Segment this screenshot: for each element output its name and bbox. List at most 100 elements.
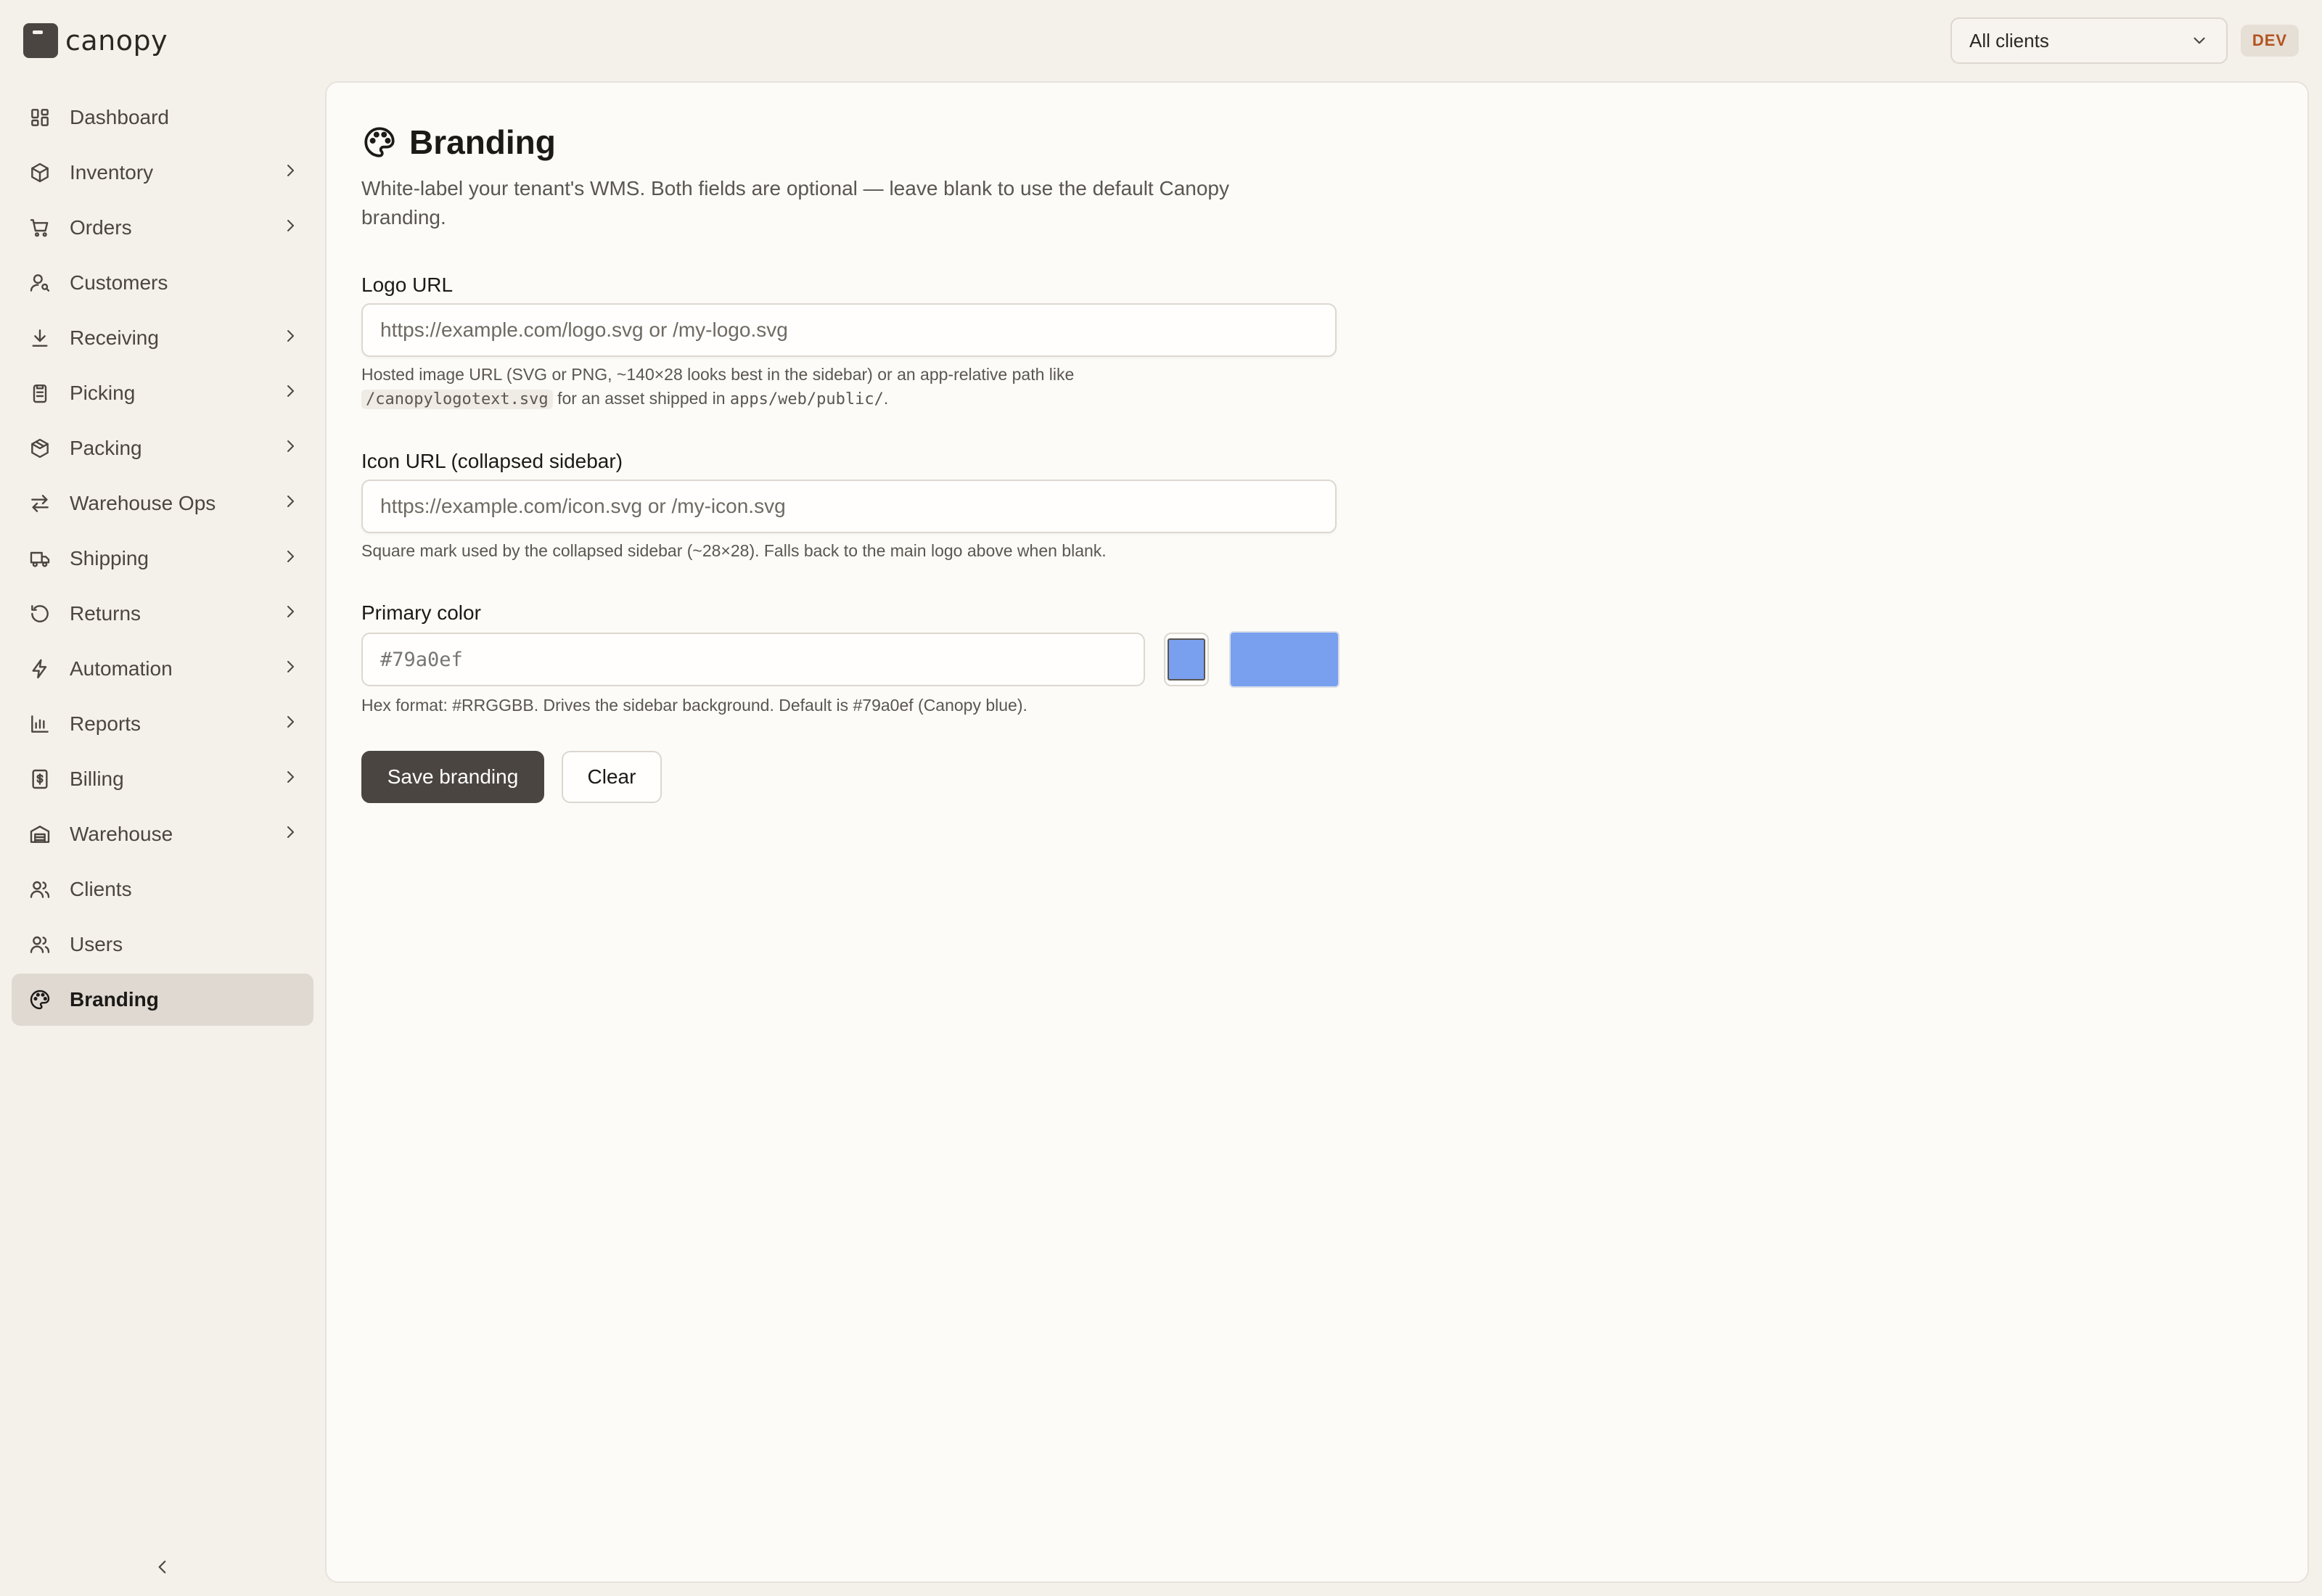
chevron-right-icon xyxy=(282,712,299,736)
brand-logo[interactable]: canopy xyxy=(23,22,168,59)
main-panel: Branding White-label your tenant's WMS. … xyxy=(325,81,2309,1583)
customer-icon xyxy=(28,271,52,295)
clear-button[interactable]: Clear xyxy=(562,751,662,803)
icon-url-hint: Square mark used by the collapsed sideba… xyxy=(361,541,1107,560)
sidebar-item-clients[interactable]: Clients xyxy=(12,863,313,916)
form-actions: Save branding Clear xyxy=(361,751,1377,803)
logo-hint-code-dir: apps/web/public/ xyxy=(729,390,884,408)
sidebar-item-label: Packing xyxy=(70,437,142,459)
sidebar: canopy Dashboard Inventory Orders Customers… xyxy=(0,0,325,1596)
primary-color-hint: Hex format: #RRGGBB. Drives the sidebar … xyxy=(361,696,1027,715)
truck-icon xyxy=(28,546,52,571)
color-picker-swatch xyxy=(1168,638,1205,680)
dashboard-icon xyxy=(28,105,52,130)
chevron-down-icon xyxy=(2194,37,2205,44)
chevron-right-icon xyxy=(282,547,299,570)
sidebar-item-warehouse-ops[interactable]: Warehouse Ops xyxy=(12,477,313,530)
sidebar-item-shipping[interactable]: Shipping xyxy=(12,532,313,585)
logo-hint-end: . xyxy=(883,389,889,408)
client-select[interactable]: All clients xyxy=(1950,17,2228,64)
logo-url-field: Logo URL Hosted image URL (SVG or PNG, ~… xyxy=(361,273,1377,411)
app: canopy Dashboard Inventory Orders Customers… xyxy=(0,0,2322,1596)
sidebar-item-label: Returns xyxy=(70,602,141,625)
canopy-logo-icon xyxy=(23,23,58,58)
sidebar-item-label: Billing xyxy=(70,768,124,790)
sidebar-item-label: Dashboard xyxy=(70,106,169,128)
env-badge: DEV xyxy=(2241,25,2299,57)
chevron-right-icon xyxy=(282,657,299,680)
logo-hint-text: Hosted image URL (SVG or PNG, ~140×28 lo… xyxy=(361,365,1075,384)
page-heading: Branding xyxy=(409,123,556,161)
primary-color-field: Primary color Hex format: #RRGGBB. Drive… xyxy=(361,601,1377,717)
sidebar-item-label: Customers xyxy=(70,271,168,294)
sidebar-item-label: Automation xyxy=(70,657,173,680)
sidebar-item-reports[interactable]: Reports xyxy=(12,698,313,750)
icon-url-field: Icon URL (collapsed sidebar) Square mark… xyxy=(361,449,1377,563)
logo-hint-code-path: /canopylogotext.svg xyxy=(361,390,553,409)
client-select-value: All clients xyxy=(1969,29,2049,52)
collapse-sidebar-button[interactable] xyxy=(148,1552,177,1581)
chevron-right-icon xyxy=(282,216,299,239)
sidebar-item-label: Branding xyxy=(70,988,159,1011)
users-icon xyxy=(28,877,52,902)
sidebar-item-receiving[interactable]: Receiving xyxy=(12,312,313,364)
palette-icon xyxy=(364,127,395,157)
logo-url-input[interactable] xyxy=(361,303,1337,357)
sidebar-item-warehouse[interactable]: Warehouse xyxy=(12,808,313,860)
chevron-right-icon xyxy=(282,382,299,405)
sidebar-item-customers[interactable]: Customers xyxy=(12,257,313,309)
logo-hint-text-2: for an asset shipped in xyxy=(557,389,726,408)
page-title: Branding xyxy=(361,119,1377,165)
sidebar-item-packing[interactable]: Packing xyxy=(12,422,313,474)
chevron-right-icon xyxy=(282,823,299,846)
logo-url-hint: Hosted image URL (SVG or PNG, ~140×28 lo… xyxy=(361,363,1189,411)
sidebar-item-dashboard[interactable]: Dashboard xyxy=(12,91,313,144)
chevron-right-icon xyxy=(282,768,299,791)
sidebar-item-label: Warehouse xyxy=(70,823,173,845)
page-description: White-label your tenant's WMS. Both fiel… xyxy=(361,177,1230,229)
primary-color-hex-input[interactable] xyxy=(361,633,1145,686)
chevron-right-icon xyxy=(282,161,299,184)
package-icon xyxy=(28,436,52,461)
sidebar-item-label: Picking xyxy=(70,382,136,404)
chevron-left-icon xyxy=(158,1560,166,1574)
users-icon xyxy=(28,932,52,957)
sidebar-item-returns[interactable]: Returns xyxy=(12,588,313,640)
sidebar-item-orders[interactable]: Orders xyxy=(12,202,313,254)
cart-icon xyxy=(28,215,52,240)
color-picker-button[interactable] xyxy=(1164,633,1209,686)
palette-icon xyxy=(28,987,52,1012)
sidebar-item-label: Receiving xyxy=(70,326,159,349)
sidebar-nav: Dashboard Inventory Orders Customers Receivi… xyxy=(12,91,313,1029)
sidebar-item-label: Clients xyxy=(70,878,132,900)
sidebar-item-label: Shipping xyxy=(70,547,149,569)
icon-url-input[interactable] xyxy=(361,480,1337,533)
rotate-ccw-icon xyxy=(28,601,52,626)
warehouse-icon xyxy=(28,822,52,847)
branding-form: Branding White-label your tenant's WMS. … xyxy=(361,119,1377,803)
bolt-icon xyxy=(28,657,52,681)
sidebar-item-inventory[interactable]: Inventory xyxy=(12,147,313,199)
sidebar-item-automation[interactable]: Automation xyxy=(12,643,313,695)
box-icon xyxy=(28,160,52,185)
sidebar-item-picking[interactable]: Picking xyxy=(12,367,313,419)
primary-color-label: Primary color xyxy=(361,601,481,624)
sidebar-item-label: Inventory xyxy=(70,161,154,184)
arrows-icon xyxy=(28,491,52,516)
logo-url-label: Logo URL xyxy=(361,273,454,296)
save-branding-button[interactable]: Save branding xyxy=(361,751,544,803)
sidebar-item-users[interactable]: Users xyxy=(12,918,313,971)
sidebar-item-branding[interactable]: Branding xyxy=(12,974,313,1026)
chevron-right-icon xyxy=(282,437,299,460)
sidebar-item-billing[interactable]: Billing xyxy=(12,753,313,805)
primary-color-row xyxy=(361,631,1377,688)
brand-name: canopy xyxy=(65,25,168,57)
icon-url-label: Icon URL (collapsed sidebar) xyxy=(361,450,623,472)
clipboard-icon xyxy=(28,381,52,406)
bar-chart-icon xyxy=(28,712,52,736)
sidebar-item-label: Orders xyxy=(70,216,132,239)
sidebar-item-label: Users xyxy=(70,933,123,955)
chevron-right-icon xyxy=(282,602,299,625)
receipt-icon xyxy=(28,767,52,791)
chevron-right-icon xyxy=(282,492,299,515)
